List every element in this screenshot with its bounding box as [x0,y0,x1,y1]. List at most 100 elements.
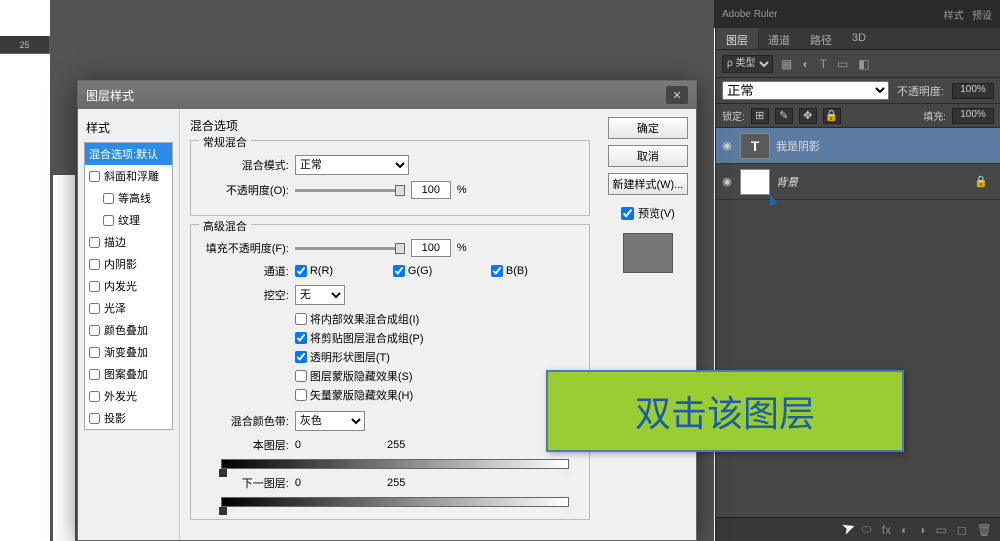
contour-checkbox[interactable] [103,193,114,204]
new-style-button[interactable]: 新建样式(W)... [608,173,688,195]
opacity-slider[interactable] [295,189,405,192]
channels-label: 通道: [201,263,289,279]
knockout-select[interactable]: 无 [295,285,345,305]
pattern-overlay-checkbox[interactable] [89,369,100,380]
cb-mask-hide[interactable]: 图层蒙版隐藏效果(S) [295,368,579,384]
trash-icon[interactable]: 🗑 [977,523,992,537]
layer-name[interactable]: 我是阴影 [776,138,820,154]
style-stroke[interactable]: 描边 [85,231,172,253]
fill-opacity-slider[interactable] [295,247,405,250]
opacity-input[interactable] [411,181,451,199]
under-layer-label: 下一图层: [201,475,289,491]
lock-position-icon[interactable]: ✥ [799,108,817,124]
fill-value[interactable]: 100% [952,108,994,124]
style-inner-shadow[interactable]: 内阴影 [85,253,172,275]
layer-row-background[interactable]: ◉ 背景 🔒 [716,164,1000,200]
stroke-checkbox[interactable] [89,237,100,248]
lock-transparency-icon[interactable]: ⊞ [751,108,769,124]
this-layer-label: 本图层: [201,437,289,453]
style-drop-shadow[interactable]: 投影 [85,407,172,429]
gradient-overlay-checkbox[interactable] [89,347,100,358]
cb-clipped[interactable]: 将剪贴图层混合成组(P) [295,330,579,346]
document-edge [53,175,75,541]
tab-channels[interactable]: 通道 [758,28,800,49]
link-icon[interactable]: ⬭ [861,522,871,537]
style-bevel[interactable]: 斜面和浮雕 [85,165,172,187]
blend-if-select[interactable]: 灰色 [295,411,365,431]
blend-mode-label: 混合模式: [201,157,289,173]
style-inner-glow[interactable]: 内发光 [85,275,172,297]
cb-vector-hide[interactable]: 矢量蒙版隐藏效果(H) [295,387,579,403]
style-contour[interactable]: 等高线 [85,187,172,209]
drop-shadow-checkbox[interactable] [89,413,100,424]
style-pattern-overlay[interactable]: 图案叠加 [85,363,172,385]
filter-type-icon[interactable]: T [820,57,827,71]
filter-shape-icon[interactable]: ▭ [837,57,848,71]
cb-inner-effects[interactable]: 将内部效果混合成组(I) [295,311,579,327]
color-overlay-checkbox[interactable] [89,325,100,336]
style-color-overlay[interactable]: 颜色叠加 [85,319,172,341]
layer-thumbnail-bg[interactable] [740,169,770,195]
filter-smart-icon[interactable]: ◧ [858,57,869,71]
cancel-button[interactable]: 取消 [608,145,688,167]
layer-name[interactable]: 背景 [776,174,798,190]
lock-brush-icon[interactable]: ✎ [775,108,793,124]
fill-opacity-label: 填充不透明度(F): [201,240,289,256]
channel-g[interactable]: G(G) [393,265,481,277]
filter-adjust-icon[interactable]: ◐ [802,57,809,71]
tab-paths[interactable]: 路径 [800,28,842,49]
filter-type-select[interactable]: ρ 类型 [722,55,773,73]
group-icon[interactable]: ▭ [935,523,946,537]
blend-mode-select[interactable]: 正常 [295,155,409,175]
annotation-callout: 双击该图层 [546,370,904,452]
dialog-center-panel: 混合选项 常规混合 混合模式: 正常 不透明度(O): % 高级混合 填充不透 [180,109,600,540]
outer-glow-checkbox[interactable] [89,391,100,402]
layers-bottom-toolbar: ⬭ fx ◐ ◑ ▭ ◻ 🗑 [716,517,1000,541]
blend-if-label: 混合颜色带: [201,413,289,429]
tab-layers[interactable]: 图层 [716,28,758,49]
fill-opacity-input[interactable] [411,239,451,257]
visibility-icon[interactable]: ◉ [720,139,734,153]
layer-thumbnail-text[interactable]: T [740,133,770,159]
satin-checkbox[interactable] [89,303,100,314]
opacity-value[interactable]: 100% [952,83,994,99]
knockout-label: 挖空: [201,287,289,303]
inner-glow-checkbox[interactable] [89,281,100,292]
style-satin[interactable]: 光泽 [85,297,172,319]
style-blend-options[interactable]: 混合选项:默认 [85,143,172,165]
lock-icon: 🔒 [974,175,988,188]
layers-list: ◉ T 我是阴影 ◉ 背景 🔒 [716,128,1000,200]
lock-all-icon[interactable]: 🔒 [823,108,841,124]
blend-mode-select[interactable]: 正常 [722,81,889,100]
tab-3d[interactable]: 3D [842,28,876,49]
visibility-icon[interactable]: ◉ [720,175,734,189]
style-texture[interactable]: 纹理 [85,209,172,231]
new-layer-icon[interactable]: ◻ [957,523,967,537]
under-layer-gradient[interactable] [221,497,569,507]
cb-trans-shape[interactable]: 透明形状图层(T) [295,349,579,365]
style-outer-glow[interactable]: 外发光 [85,385,172,407]
bevel-checkbox[interactable] [89,171,100,182]
close-icon[interactable]: ✕ [666,86,688,104]
adjustment-icon[interactable]: ◑ [918,523,925,537]
dialog-titlebar[interactable]: 图层样式 ✕ [78,81,696,109]
texture-checkbox[interactable] [103,215,114,226]
channel-r[interactable]: R(R) [295,265,383,277]
inner-shadow-checkbox[interactable] [89,259,100,270]
layer-row-text[interactable]: ◉ T 我是阴影 [716,128,1000,164]
filter-icons: ▦ ◐ T ▭ ◧ [781,57,870,71]
brand-text: Adobe Ruler [722,9,778,20]
fill-label: 填充: [923,108,946,123]
lock-label: 锁定: [722,108,745,123]
fx-icon[interactable]: fx [882,523,891,537]
ok-button[interactable]: 确定 [608,117,688,139]
app-topbar-fragment: Adobe Ruler 样式 预设 [714,0,1000,28]
filter-pixel-icon[interactable]: ▦ [781,57,792,71]
style-gradient-overlay[interactable]: 渐变叠加 [85,341,172,363]
mask-icon[interactable]: ◐ [901,523,908,537]
preview-checkbox[interactable]: 预览(V) [608,205,688,221]
channel-b[interactable]: B(B) [491,265,579,277]
ruler-mark: 25 [0,36,50,53]
this-layer-gradient[interactable] [221,459,569,469]
styles-sidebar: 样式 混合选项:默认 斜面和浮雕 等高线 纹理 描边 内阴影 内发光 光泽 颜色… [78,109,180,540]
